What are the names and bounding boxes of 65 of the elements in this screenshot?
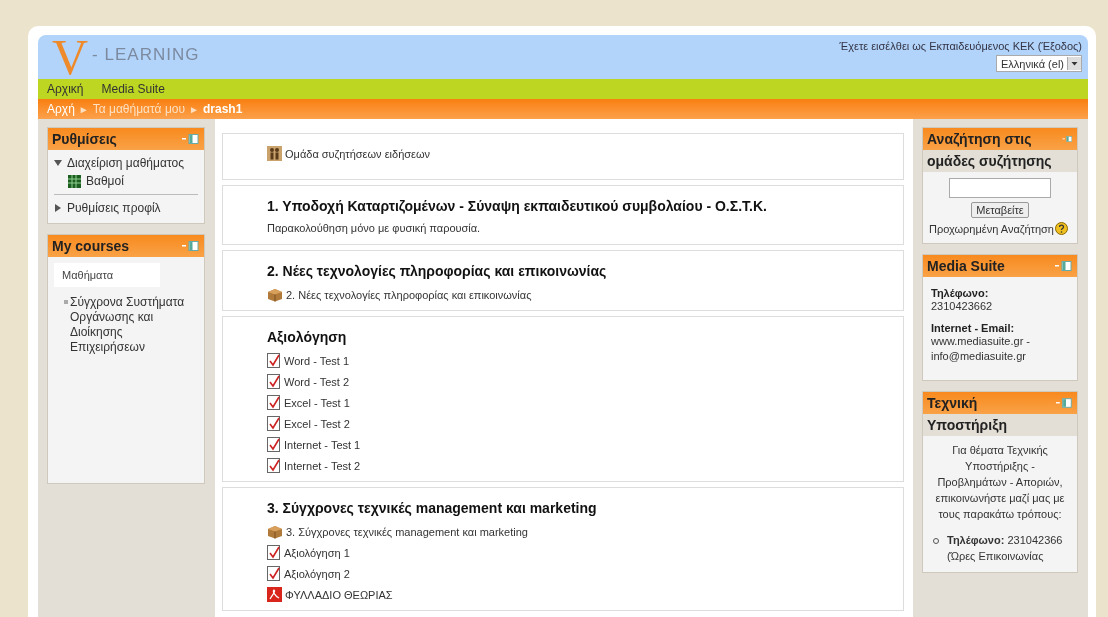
activity-link[interactable]: Word - Test 2 [267, 374, 893, 389]
activity-link[interactable]: Excel - Test 1 [267, 395, 893, 410]
help-icon[interactable] [1054, 222, 1068, 235]
contact-label: Τηλέφωνο: [931, 287, 990, 299]
checklist-icon [267, 353, 281, 368]
contact-value: www.mediasuite.gr - info@mediasuite.gr [931, 334, 1032, 364]
grid-icon [68, 174, 81, 188]
checklist-icon [267, 545, 281, 560]
support-text: Για θέματα Τεχνικής Υποστήριξης - Προβλημάτων - Αποριών, επικοινωνήστε μαζί μας με τους παρακάτω τρόπους: [934, 443, 1066, 522]
collapsed-triangle-icon[interactable] [54, 204, 62, 212]
go-button[interactable]: Μεταβείτε [971, 202, 1029, 218]
block-title: Τεχνική Υποστήριξη [927, 394, 1008, 435]
tree-item[interactable]: Διαχείριση μαθήματος [67, 156, 184, 170]
support-item: Τηλέφωνο: 231042366 (Ώρες Επικοινωνίας [947, 533, 1064, 564]
pdf-icon [267, 587, 282, 602]
bullet-icon [64, 300, 68, 304]
activity-link[interactable]: Internet - Test 2 [267, 458, 893, 473]
block-title: Ρυθμίσεις [52, 130, 117, 149]
section-title: Αξιολόγηση [267, 329, 348, 345]
section-title: 3. Σύγχρονες τεχνικές management και marketing [267, 500, 598, 516]
activity-link[interactable]: Αξιολόγηση 1 [267, 545, 893, 560]
checklist-icon [267, 416, 281, 431]
collapse-icon[interactable] [181, 241, 199, 251]
search-field[interactable] [949, 178, 1051, 198]
caret-icon [1067, 57, 1081, 70]
course-link[interactable]: Σύγχρονα Συστήματα Οργάνωσης και Διοίκησης Επιχειρήσεων [70, 295, 198, 355]
nav-link[interactable]: Αρχική [47, 82, 84, 96]
breadcrumb-separator: ► [189, 103, 199, 115]
collapse-icon[interactable] [1054, 398, 1072, 408]
people-icon [267, 146, 282, 161]
advanced-search-link[interactable]: Προχωρημένη Αναζήτηση [929, 222, 1054, 235]
checklist-icon [267, 458, 281, 473]
login-info: Έχετε εισέλθει ως Εκπαιδευόμενος ΚΕΚ (Έξοδος) [839, 40, 1082, 52]
block-title: Αναζήτηση στις ομάδες συζήτησης [927, 130, 1053, 171]
breadcrumb-separator: ► [78, 103, 89, 115]
contact-value: 2310423662 [931, 299, 994, 314]
activity-link[interactable]: Ομάδα συζητήσεων ειδήσεων [267, 146, 893, 161]
courses-tab[interactable]: Μαθήματα [54, 263, 160, 287]
expanded-triangle-icon[interactable] [54, 159, 62, 167]
checklist-icon [267, 437, 281, 452]
contact-label: Internet - Email: [931, 322, 1016, 334]
activity-link[interactable]: Word - Test 1 [267, 353, 893, 368]
activity-link[interactable]: Αξιολόγηση 2 [267, 566, 893, 581]
language-select[interactable]: Ελληνικά (el) [995, 55, 1082, 72]
collapse-icon[interactable] [181, 134, 199, 144]
activity-link[interactable]: Internet - Test 1 [267, 437, 893, 452]
tree-item[interactable]: Ρυθμίσεις προφίλ [67, 201, 161, 215]
nav-link[interactable]: Media Suite [101, 82, 165, 96]
section-title: 1. Υποδοχή Καταρτιζομένων - Σύναψη εκπαιδευτικού συμβολαίου - Ο.Σ.Τ.Κ. [267, 198, 768, 214]
block-title: Media Suite [927, 257, 1005, 276]
activity-link[interactable]: ΦΥΛΛΑΔΙΟ ΘΕΩΡΙΑΣ [267, 587, 893, 602]
checklist-icon [267, 395, 281, 410]
collapse-icon[interactable] [1061, 134, 1072, 144]
section-summary: Παρακολούθηση μόνο με φυσική παρουσία. [267, 222, 482, 234]
activity-link[interactable]: 3. Σύγχρονες τεχνικές management και marketing [267, 524, 893, 539]
activity-link[interactable]: 2. Νέες τεχνολογίες πληροφορίας και επικοινωνίας [267, 287, 893, 302]
block-title: My courses [52, 237, 130, 256]
collapse-icon[interactable] [1054, 261, 1072, 271]
box-icon [267, 287, 283, 302]
checklist-icon [267, 566, 281, 581]
checklist-icon [267, 374, 281, 389]
box-icon [267, 524, 283, 539]
activity-link[interactable]: Excel - Test 2 [267, 416, 893, 431]
tree-item[interactable]: Βαθμοί [86, 174, 124, 188]
section-title: 2. Νέες τεχνολογίες πληροφορίας και επικοινωνίας [267, 263, 608, 279]
